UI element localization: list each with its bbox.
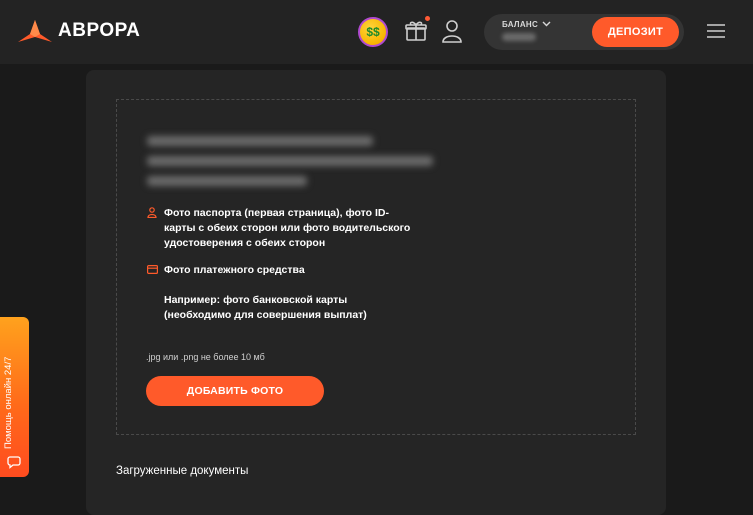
user-profile-icon[interactable] [441,19,463,43]
card-icon [147,265,158,274]
brand-name: АВРОРА [58,20,141,41]
example-text: Например: фото банковской карты (необход… [164,294,367,321]
blurred-instruction-line [147,176,307,186]
blurred-instruction-line [147,156,433,166]
chevron-down-icon[interactable] [542,20,551,28]
brand-logo[interactable]: АВРОРА [18,20,140,42]
support-chat-tab[interactable]: Помощь онлайн 24/7 [0,317,29,477]
balance-value-blurred [502,33,536,41]
chat-bubble-icon [7,456,21,469]
aurora-logo-icon [18,20,52,42]
gift-icon[interactable] [404,19,428,43]
blurred-instruction-line [147,136,373,146]
deposit-button[interactable]: ДЕПОЗИТ [592,17,679,47]
file-format-hint: .jpg или .png не более 10 мб [146,352,265,362]
support-label: Помощь онлайн 24/7 [3,356,14,449]
money-mouth-face-icon[interactable]: $$ [358,17,388,47]
notification-dot [425,16,430,21]
top-header: АВРОРА $$ БАЛАНС ДЕПОЗИТ [0,0,753,64]
person-icon [147,207,157,218]
uploaded-documents-title: Загруженные документы [116,465,249,477]
balance-widget[interactable]: БАЛАНС ДЕПОЗИТ [484,14,684,50]
requirement-payment-text: Фото платежного средства [164,264,305,276]
add-photo-button[interactable]: ДОБАВИТЬ ФОТО [146,376,324,406]
hamburger-menu-icon[interactable] [707,23,725,39]
requirement-passport-text: Фото паспорта (первая страница), фото ID… [164,207,411,249]
balance-label: БАЛАНС [502,20,539,29]
